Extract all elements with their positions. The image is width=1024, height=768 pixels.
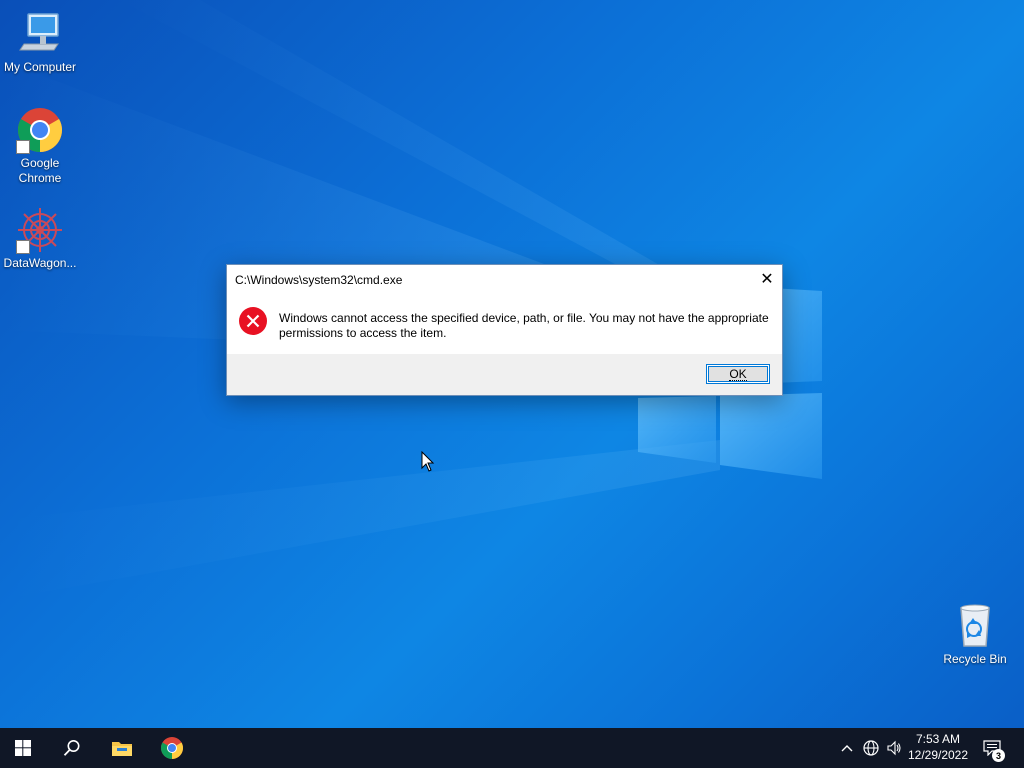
taskbar: 7:53 AM 12/29/2022 xyxy=(0,728,1024,768)
volume-icon[interactable] xyxy=(884,738,904,758)
dialog-footer: OK xyxy=(227,354,782,395)
chrome-taskbar-button[interactable] xyxy=(149,728,195,768)
search-icon xyxy=(63,740,80,756)
mouse-cursor-icon xyxy=(421,451,435,472)
search-button[interactable] xyxy=(49,728,95,768)
ok-button[interactable]: OK xyxy=(706,364,770,384)
recycle-bin-icon xyxy=(951,602,999,650)
file-explorer-icon xyxy=(112,742,132,756)
desktop: My Computer Google Chrome DataWagon... R… xyxy=(0,0,1024,728)
notification-count-badge: 3 xyxy=(992,749,1005,762)
desktop-icon-datawagon[interactable]: DataWagon... xyxy=(0,206,80,271)
file-explorer-button[interactable] xyxy=(99,728,145,768)
tray-clock[interactable]: 7:53 AM 12/29/2022 xyxy=(906,731,970,763)
chrome-icon xyxy=(16,106,64,154)
chrome-icon xyxy=(161,737,183,759)
clock-date: 12/29/2022 xyxy=(907,748,969,762)
error-dialog: C:\Windows\system32\cmd.exe ✕ Windows ca… xyxy=(226,264,783,396)
desktop-icon-label: Google Chrome xyxy=(18,156,62,185)
datawagon-icon xyxy=(16,206,64,254)
shortcut-arrow-icon xyxy=(16,140,30,154)
dialog-title: C:\Windows\system32\cmd.exe xyxy=(235,273,403,287)
network-globe-icon[interactable] xyxy=(861,738,881,758)
close-icon[interactable]: ✕ xyxy=(752,265,782,293)
desktop-icon-google-chrome[interactable]: Google Chrome xyxy=(0,106,80,186)
start-button[interactable] xyxy=(0,728,46,768)
ok-button-label: OK xyxy=(729,366,747,381)
error-icon xyxy=(238,306,268,336)
desktop-icon-my-computer[interactable]: My Computer xyxy=(0,10,80,75)
desktop-icon-label: DataWagon... xyxy=(3,256,77,270)
desktop-icon-label: Recycle Bin xyxy=(943,652,1007,666)
monitor-icon xyxy=(16,10,64,58)
chevron-up-icon[interactable] xyxy=(837,738,857,758)
desktop-icon-recycle-bin[interactable]: Recycle Bin xyxy=(935,602,1015,667)
clock-time: 7:53 AM xyxy=(915,732,961,746)
shortcut-arrow-icon xyxy=(16,240,30,254)
dialog-message: Windows cannot access the specified devi… xyxy=(279,311,769,340)
desktop-icon-label: My Computer xyxy=(3,60,77,74)
start-icon xyxy=(15,740,31,756)
